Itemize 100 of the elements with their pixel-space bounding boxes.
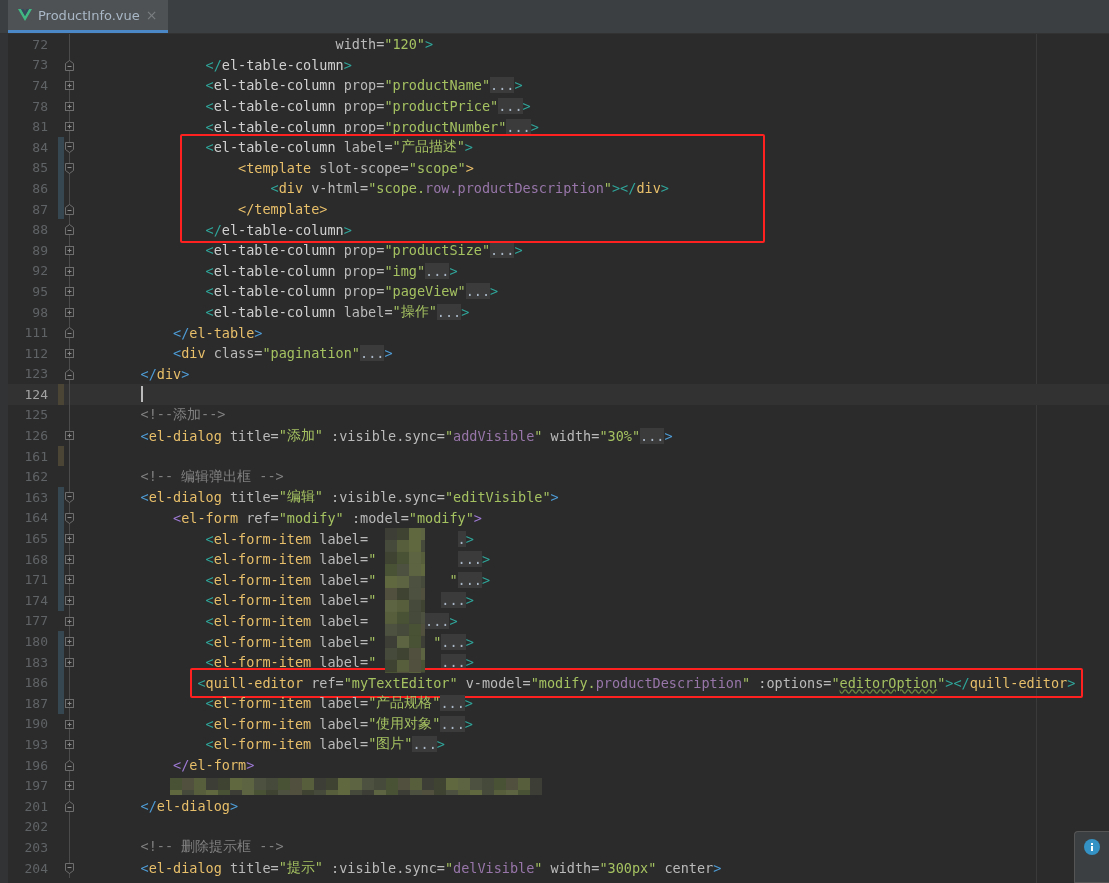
- collapse-fold-icon[interactable]: [65, 759, 74, 771]
- line-number: 78: [31, 98, 48, 114]
- code-line: width="120">: [335, 35, 434, 55]
- code-line: <el-table-column prop="pageView"...>: [205, 282, 499, 302]
- collapse-fold-icon[interactable]: [65, 492, 74, 504]
- line-number: 203: [23, 839, 48, 855]
- change-marker[interactable]: [58, 384, 64, 405]
- code-line: </el-table-column>: [205, 220, 352, 240]
- expand-fold-icon[interactable]: [65, 100, 74, 112]
- collapse-fold-icon[interactable]: [65, 162, 74, 174]
- code-line: <el-form ref="modify" :model="modify">: [173, 508, 482, 528]
- line-number: 112: [23, 345, 48, 361]
- code-line: <div v-html="scope.row.productDescription"></div>: [270, 179, 669, 199]
- line-number: 174: [23, 592, 48, 608]
- change-marker[interactable]: [58, 693, 64, 714]
- expand-fold-icon[interactable]: [65, 718, 74, 730]
- line-number: 85: [31, 160, 48, 176]
- change-marker[interactable]: [58, 590, 64, 611]
- line-number: 161: [23, 448, 48, 464]
- vue-logo-icon: [18, 9, 32, 21]
- expand-fold-icon[interactable]: [65, 347, 74, 359]
- code-line: <el-dialog title="编辑" :visible.sync="editVisible">: [140, 487, 559, 508]
- collapse-fold-icon[interactable]: [65, 203, 74, 215]
- code-editor[interactable]: [8, 34, 1109, 883]
- collapse-fold-icon[interactable]: [65, 368, 74, 380]
- line-number: 163: [23, 489, 48, 505]
- collapse-fold-icon[interactable]: [65, 862, 74, 874]
- line-number: 180: [23, 634, 48, 649]
- code-line: <el-dialog title="提示" :visible.sync="delVisible" width="300px" center>: [140, 858, 722, 879]
- line-number: 196: [23, 757, 48, 773]
- code-line: <template slot-scope="scope">: [238, 158, 474, 178]
- text-cursor: [140, 386, 143, 403]
- line-number: 204: [23, 860, 48, 876]
- code-line: <el-table-column prop="img"...>: [205, 261, 458, 281]
- line-number: 89: [31, 242, 48, 258]
- change-marker[interactable]: [58, 198, 64, 220]
- code-line: <el-table-column prop="productPrice"...>: [205, 97, 531, 117]
- line-number: 72: [31, 36, 48, 52]
- expand-fold-icon[interactable]: [65, 595, 74, 607]
- expand-fold-icon[interactable]: [65, 533, 74, 545]
- expand-fold-icon[interactable]: [65, 121, 74, 133]
- expand-fold-icon[interactable]: [65, 265, 74, 277]
- expand-fold-icon[interactable]: [65, 244, 74, 256]
- code-line: </el-form>: [173, 756, 255, 776]
- collapse-fold-icon[interactable]: [65, 59, 74, 71]
- expand-fold-icon[interactable]: [65, 656, 74, 668]
- line-number: 197: [23, 778, 48, 794]
- line-number: 95: [31, 283, 48, 299]
- code-line: </el-table>: [173, 323, 263, 343]
- line-number: 171: [23, 572, 48, 588]
- code-line: </el-table-column>: [205, 55, 352, 75]
- code-line: <!-- 编辑弹出框 -->: [140, 466, 284, 486]
- change-marker[interactable]: [58, 445, 64, 467]
- expand-fold-icon[interactable]: [65, 780, 74, 792]
- code-line: <el-table-column prop="productNumber"...>: [205, 117, 539, 137]
- collapse-fold-icon[interactable]: [65, 224, 74, 236]
- collapse-fold-icon[interactable]: [65, 141, 74, 153]
- notification-panel[interactable]: [1074, 831, 1109, 883]
- line-number: 187: [23, 695, 48, 711]
- line-number: 125: [23, 407, 48, 423]
- expand-fold-icon[interactable]: [65, 615, 74, 627]
- code-line: <div class="pagination"...>: [173, 344, 393, 364]
- collapse-fold-icon[interactable]: [65, 800, 74, 812]
- line-number: 84: [31, 139, 48, 155]
- expand-fold-icon[interactable]: [65, 553, 74, 565]
- line-number: 126: [23, 428, 48, 444]
- line-number: 193: [23, 737, 48, 752]
- collapse-fold-icon[interactable]: [65, 327, 74, 339]
- code-line: <!-- 删除提示框 -->: [140, 837, 284, 857]
- line-number: 201: [23, 798, 48, 814]
- expand-fold-icon[interactable]: [65, 739, 74, 751]
- code-line: <el-form-item label="使用对象"...>: [205, 713, 473, 734]
- change-marker[interactable]: [58, 136, 64, 158]
- change-marker[interactable]: [58, 631, 64, 652]
- code-line: </template>: [238, 200, 328, 220]
- line-number: 98: [31, 304, 48, 320]
- line-number: 111: [23, 325, 48, 341]
- code-line: <el-form-item label=" "...>: [205, 632, 474, 652]
- expand-fold-icon[interactable]: [65, 574, 74, 586]
- expand-fold-icon[interactable]: [65, 80, 74, 92]
- expand-fold-icon[interactable]: [65, 286, 74, 298]
- code-line: <el-form-item label=" ...>: [205, 550, 491, 570]
- line-number: 183: [23, 654, 48, 670]
- expand-fold-icon[interactable]: [65, 430, 74, 442]
- line-number: 162: [23, 469, 48, 485]
- line-number: 73: [31, 57, 48, 73]
- expand-fold-icon[interactable]: [65, 636, 74, 648]
- expand-fold-icon[interactable]: [65, 306, 74, 318]
- code-line: <el-form-item label=" "...>: [205, 570, 491, 590]
- code-line: <el-table-column prop="productName"...>: [205, 76, 523, 96]
- expand-fold-icon[interactable]: [65, 698, 74, 709]
- line-number: 202: [23, 819, 48, 835]
- line-number: 88: [31, 222, 48, 238]
- change-marker[interactable]: [58, 487, 64, 508]
- collapse-fold-icon[interactable]: [65, 512, 74, 524]
- file-tab[interactable]: ProductInfo.vue ×: [8, 0, 168, 33]
- code-line: <el-table-column prop="productSize"...>: [205, 241, 523, 261]
- code-line: <el-form-item label=" ...>: [205, 591, 474, 611]
- code-line: </el-dialog>: [140, 797, 239, 817]
- line-number: 164: [23, 510, 48, 526]
